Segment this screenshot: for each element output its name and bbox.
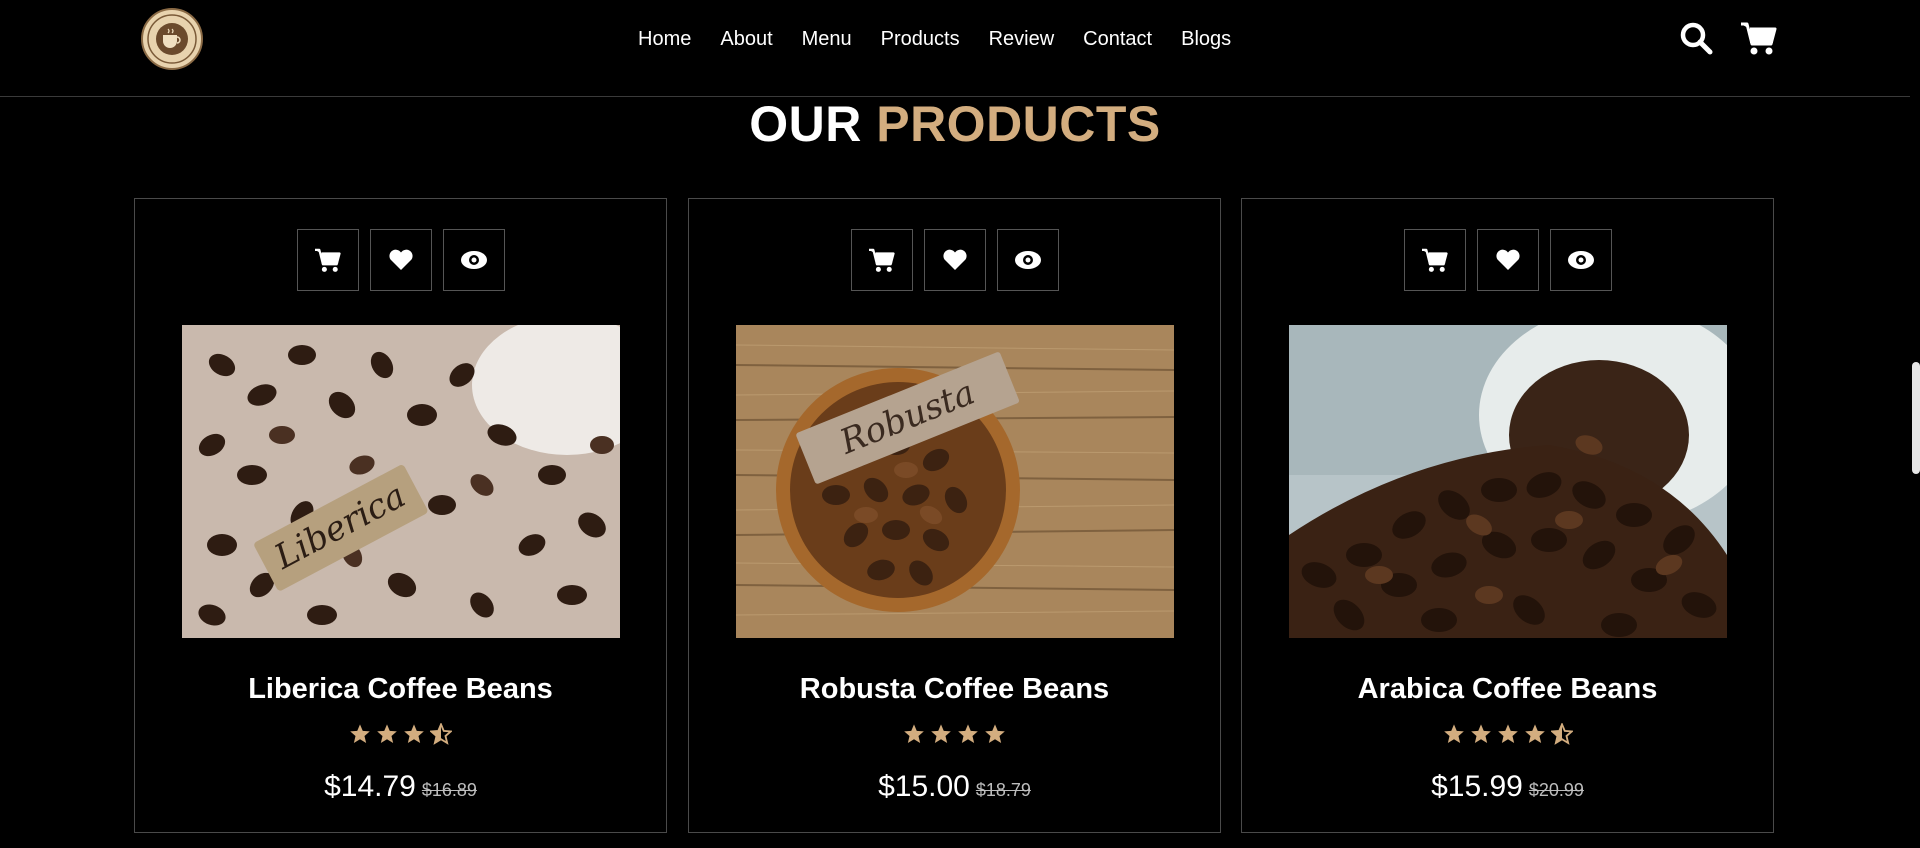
star-icon — [985, 724, 1005, 743]
product-price: $15.99 $20.99 — [1242, 769, 1773, 810]
star-icon — [1443, 724, 1464, 743]
star-icon — [377, 724, 397, 743]
price-old: $16.89 — [421, 780, 477, 800]
site-header: Home About Menu Products Review Contact … — [0, 0, 1910, 97]
star-icon — [931, 724, 951, 743]
quick-view-button[interactable] — [1549, 229, 1612, 291]
page-scrollbar[interactable] — [1912, 362, 1920, 474]
nav-products[interactable]: Products — [881, 26, 960, 52]
eye-icon — [1567, 251, 1594, 269]
star-half-icon — [430, 723, 452, 745]
nav-contact[interactable]: Contact — [1083, 26, 1152, 52]
product-price: $15.00 $18.79 — [689, 769, 1220, 810]
price-current: $14.79 — [324, 770, 416, 803]
search-icon[interactable] — [1678, 20, 1714, 56]
star-icon — [1497, 724, 1518, 743]
product-name: Robusta Coffee Beans — [799, 673, 1110, 705]
quick-view-button[interactable] — [996, 229, 1059, 291]
heart-icon — [388, 249, 413, 270]
product-rating — [689, 723, 1220, 745]
nav-about[interactable]: About — [720, 26, 772, 52]
price-current: $15.00 — [878, 770, 970, 803]
price-current: $15.99 — [1431, 770, 1523, 803]
wishlist-button[interactable] — [1476, 229, 1539, 291]
quick-view-button[interactable] — [442, 229, 505, 291]
product-price: $14.79 $16.89 — [135, 769, 666, 810]
cart-icon — [1421, 248, 1448, 272]
card-actions — [689, 229, 1220, 291]
price-old: $18.79 — [975, 780, 1031, 800]
nav-review[interactable]: Review — [989, 26, 1055, 52]
product-card-robusta: Robusta Robusta Coffee Beans $15.00 $18.7… — [688, 198, 1221, 833]
star-icon — [904, 724, 924, 743]
section-title-part2: PRODUCTS — [876, 96, 1161, 152]
arabica-beans-image — [1289, 325, 1727, 638]
nav-menu[interactable]: Menu — [802, 26, 852, 52]
heart-icon — [1495, 249, 1520, 270]
product-card-liberica: Liberica Liberica Coffee Beans $14.79 $16… — [134, 198, 667, 833]
price-old: $20.99 — [1528, 780, 1584, 800]
star-icon — [1524, 724, 1545, 743]
star-icon — [1470, 724, 1491, 743]
cart-icon[interactable] — [1740, 20, 1777, 56]
star-icon — [958, 724, 978, 743]
robusta-beans-image: Robusta — [736, 325, 1174, 638]
card-actions — [1242, 229, 1773, 291]
product-name: Liberica Coffee Beans — [248, 673, 553, 705]
eye-icon — [460, 251, 487, 269]
section-title-part1: OUR — [749, 96, 862, 152]
main-nav: Home About Menu Products Review Contact … — [638, 26, 1260, 52]
star-icon — [350, 724, 370, 743]
wishlist-button[interactable] — [923, 229, 986, 291]
product-rating — [135, 723, 666, 745]
eye-icon — [1014, 251, 1041, 269]
section-title: OUR PRODUCTS — [0, 92, 1910, 156]
star-icon — [404, 724, 424, 743]
product-name: Arabica Coffee Beans — [1357, 673, 1658, 705]
heart-icon — [942, 249, 967, 270]
star-half-icon — [1550, 723, 1573, 745]
product-card-arabica: Arabica Coffee Beans $15.99 $20.99 — [1241, 198, 1774, 833]
cart-icon — [868, 248, 895, 272]
product-rating — [1242, 723, 1773, 745]
add-to-cart-button[interactable] — [296, 229, 359, 291]
add-to-cart-button[interactable] — [850, 229, 913, 291]
card-actions — [135, 229, 666, 291]
liberica-beans-image: Liberica — [182, 325, 620, 638]
wishlist-button[interactable] — [369, 229, 432, 291]
cart-icon — [314, 248, 341, 272]
nav-home[interactable]: Home — [638, 26, 691, 52]
coffee-shop-logo[interactable] — [141, 8, 203, 70]
add-to-cart-button[interactable] — [1403, 229, 1466, 291]
nav-blogs[interactable]: Blogs — [1181, 26, 1231, 52]
